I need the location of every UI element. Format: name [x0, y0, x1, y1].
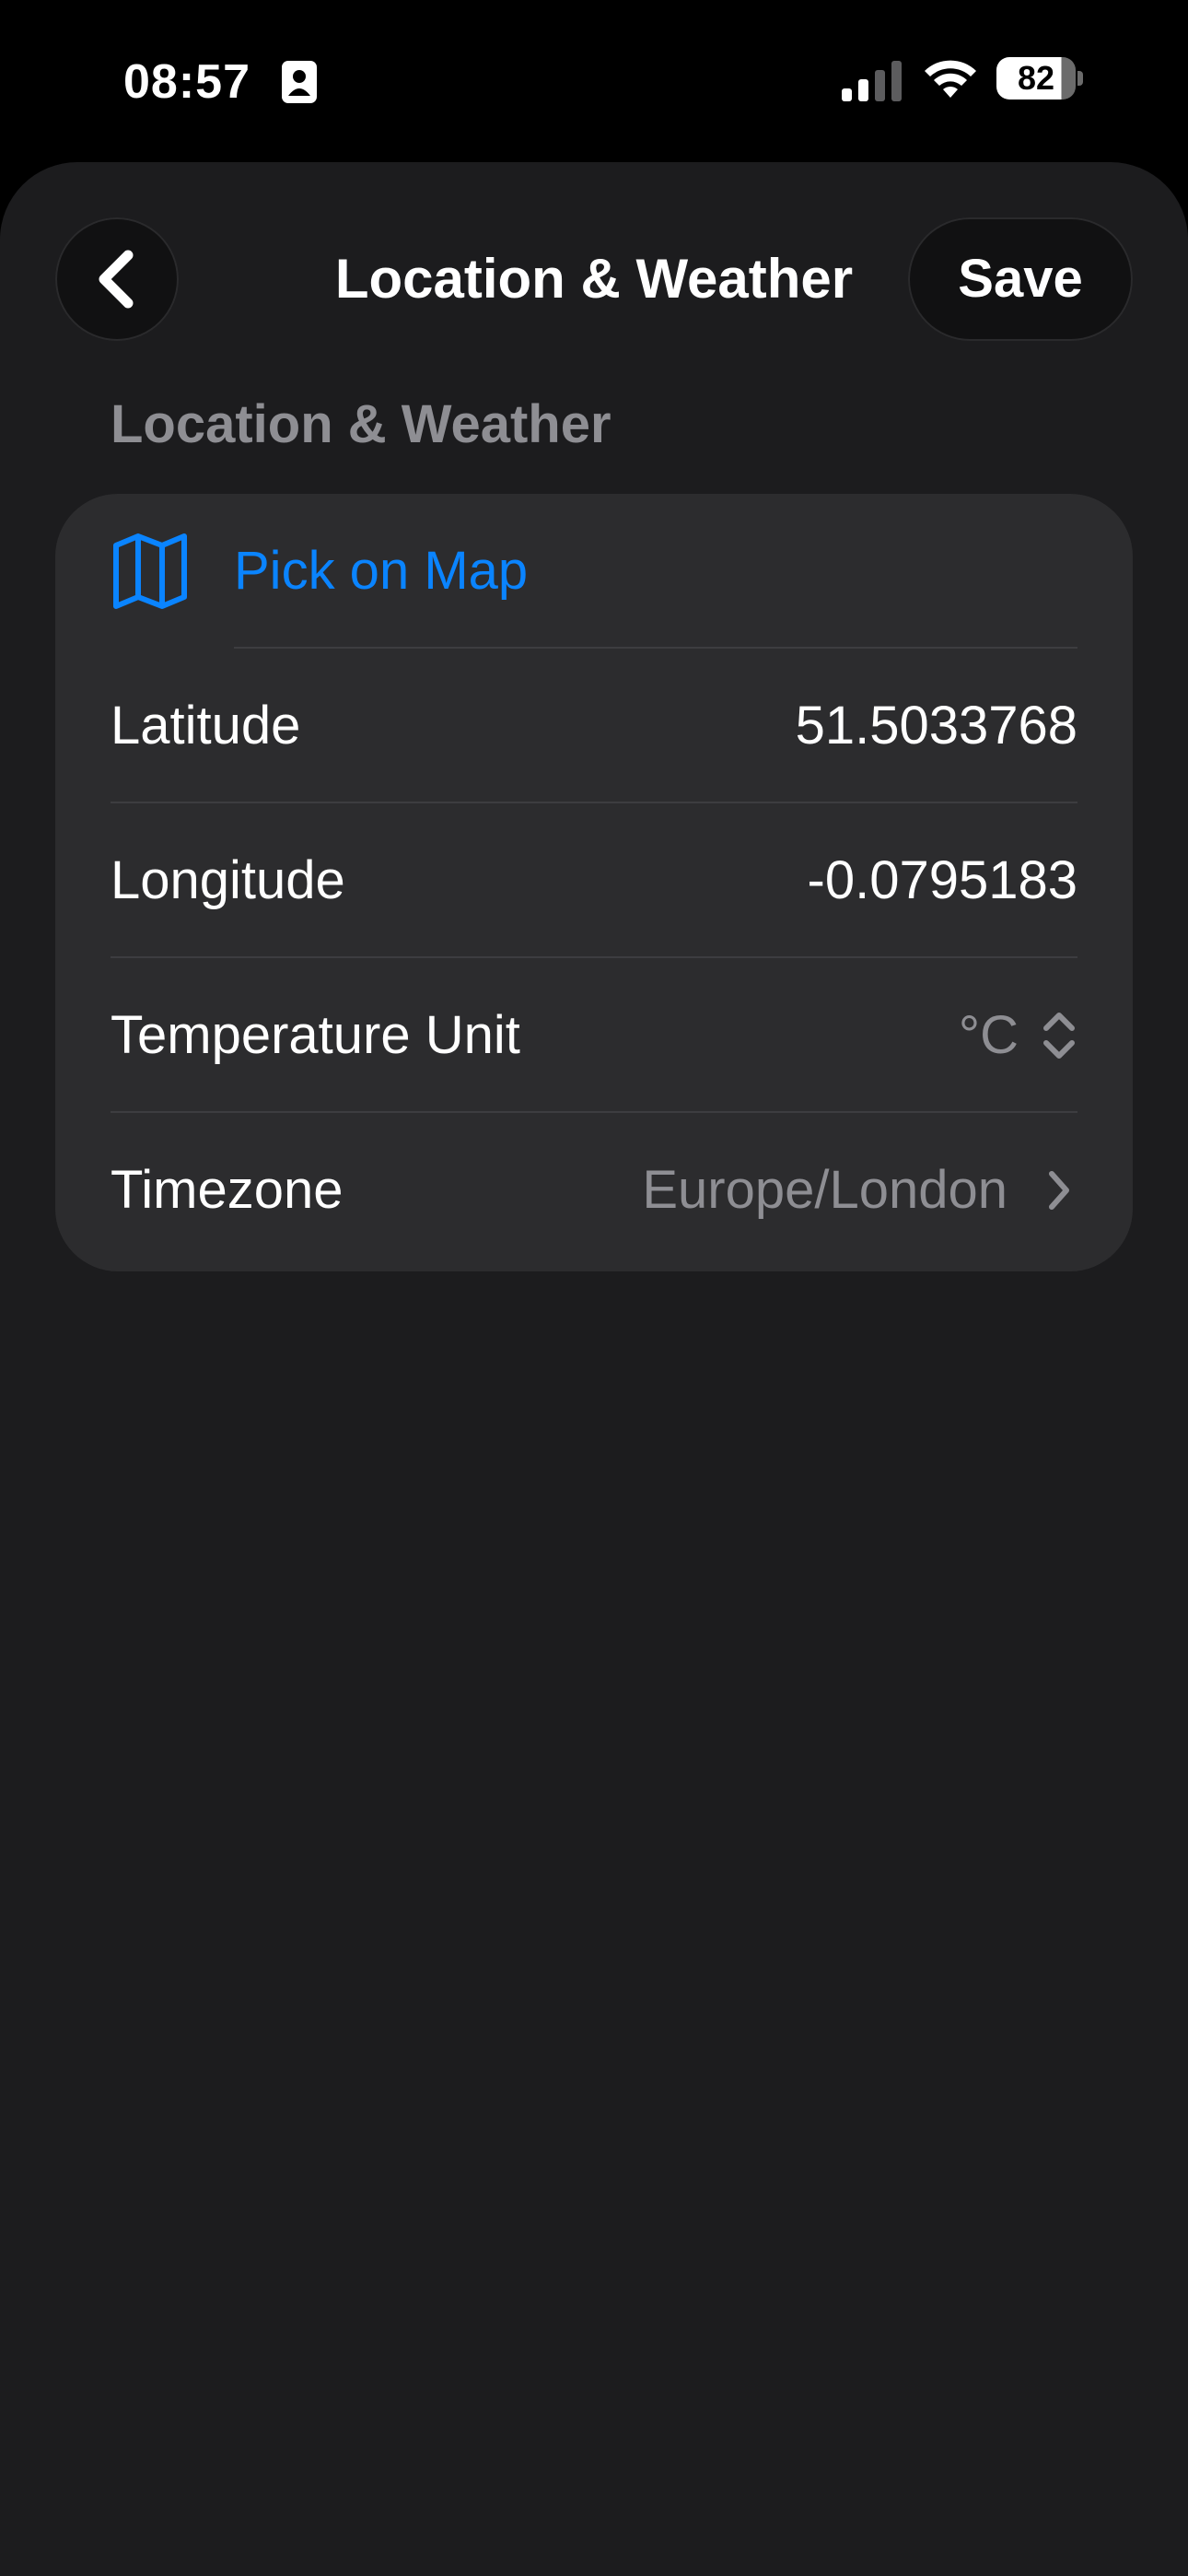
pick-on-map-row[interactable]: Pick on Map: [55, 494, 1133, 649]
temperature-unit-row[interactable]: Temperature Unit °C: [55, 958, 1133, 1113]
chevron-up-down-icon: [1043, 1013, 1075, 1059]
settings-card: Pick on Map Latitude 51.5033768 Longitud…: [55, 494, 1133, 1271]
section-header: Location & Weather: [111, 394, 611, 454]
nav-bar: Location & Weather Save: [0, 217, 1188, 341]
page-title: Location & Weather: [334, 248, 854, 310]
battery-icon: 82: [996, 57, 1083, 100]
longitude-value[interactable]: -0.0795183: [808, 803, 1077, 958]
latitude-value[interactable]: 51.5033768: [796, 649, 1077, 803]
chevron-right-icon: [1049, 1171, 1069, 1210]
timezone-label: Timezone: [111, 1160, 344, 1220]
settings-sheet: Location & Weather Save Location & Weath…: [0, 162, 1188, 2576]
timezone-value: Europe/London: [642, 1160, 1007, 1220]
contact-card-icon: [282, 61, 317, 103]
wifi-icon: [925, 60, 976, 98]
battery-tip: [1077, 71, 1083, 86]
longitude-label: Longitude: [111, 850, 345, 910]
temperature-unit-label: Temperature Unit: [111, 1005, 520, 1065]
save-button[interactable]: Save: [908, 217, 1133, 341]
latitude-row[interactable]: Latitude 51.5033768: [55, 649, 1133, 803]
back-button[interactable]: [55, 217, 179, 341]
pick-on-map-label: Pick on Map: [234, 541, 529, 601]
temperature-unit-value[interactable]: °C: [959, 958, 1019, 1113]
latitude-label: Latitude: [111, 696, 301, 755]
battery-level: 82: [1017, 59, 1055, 97]
chevron-left-icon: [99, 250, 134, 309]
longitude-row[interactable]: Longitude -0.0795183: [55, 803, 1133, 958]
map-icon: [113, 533, 187, 609]
screen: 08:57 82 Location & Weather Save Locatio…: [0, 0, 1188, 2576]
status-time: 08:57: [123, 55, 250, 109]
status-bar: 08:57 82: [0, 0, 1188, 162]
cellular-signal-icon: [842, 61, 902, 101]
timezone-row[interactable]: Timezone Europe/London: [55, 1113, 1133, 1268]
